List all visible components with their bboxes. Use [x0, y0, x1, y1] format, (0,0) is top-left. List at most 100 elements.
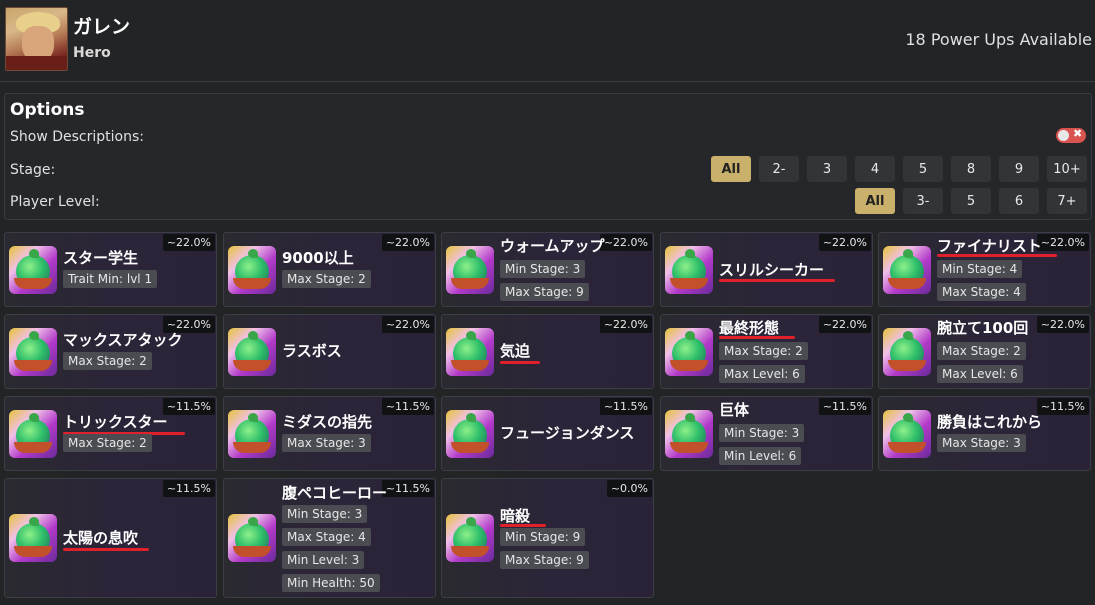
requirement-tag: Max Stage: 3	[937, 434, 1026, 452]
powerup-card-warm-up[interactable]: ~22.0% ウォームアップ Min Stage: 3 Max Stage: 9	[441, 232, 654, 307]
fruit-icon	[9, 514, 57, 562]
card-title: 勝負はこれから	[937, 413, 1043, 431]
player-level-label: Player Level:	[10, 194, 100, 210]
stage-chip-8[interactable]: 8	[951, 156, 991, 182]
probability-badge: ~11.5%	[162, 480, 215, 497]
title-underline	[719, 336, 795, 339]
powerup-card-max-attack[interactable]: ~22.0% マックスアタック Max Stage: 2	[4, 314, 217, 389]
powerup-card-finalist[interactable]: ~22.0% ファイナリスト Min Stage: 4 Max Stage: 4	[878, 232, 1091, 307]
hero-avatar	[5, 7, 68, 71]
probability-badge: ~11.5%	[381, 480, 434, 497]
stage-chip-all[interactable]: All	[711, 156, 751, 182]
requirement-tag: Max Stage: 3	[282, 434, 371, 452]
probability-badge: ~22.0%	[381, 234, 434, 251]
card-title: 腕立て100回	[937, 319, 1029, 337]
fruit-icon	[228, 514, 276, 562]
fruit-icon	[446, 328, 494, 376]
card-title: 腹ペコヒーロー	[282, 484, 388, 502]
card-title: ラスボス	[282, 342, 342, 360]
level-chip-7plus[interactable]: 7+	[1047, 188, 1087, 214]
requirement-tag: Min Level: 6	[719, 447, 802, 465]
powerup-card-sun-breath[interactable]: ~11.5% 太陽の息吹	[4, 478, 217, 598]
stage-chip-5[interactable]: 5	[903, 156, 943, 182]
fruit-icon	[665, 328, 713, 376]
powerup-card-over-9000[interactable]: ~22.0% 9000以上 Max Stage: 2	[223, 232, 436, 307]
requirement-tag: Max Stage: 2	[937, 342, 1026, 360]
level-chip-5[interactable]: 5	[951, 188, 991, 214]
probability-badge: ~0.0%	[606, 480, 652, 497]
probability-badge: ~22.0%	[1036, 316, 1089, 333]
fruit-icon	[446, 410, 494, 458]
powerup-card-hungry-hero[interactable]: ~11.5% 腹ペコヒーロー Min Stage: 3 Max Stage: 4…	[223, 478, 436, 598]
probability-badge: ~22.0%	[818, 234, 871, 251]
level-chip-6[interactable]: 6	[999, 188, 1039, 214]
requirement-tag: Max Level: 6	[937, 365, 1023, 383]
requirement-tag: Min Stage: 3	[500, 260, 586, 278]
card-title: ファイナリスト	[937, 237, 1042, 255]
requirement-tag: Min Stage: 9	[500, 528, 586, 546]
card-title: 暗殺	[500, 507, 531, 525]
card-title: フュージョンダンス	[500, 424, 635, 442]
card-title: スリルシーカー	[719, 261, 825, 279]
requirement-tag: Max Stage: 2	[63, 434, 152, 452]
requirement-tag: Max Stage: 2	[719, 342, 808, 360]
powerup-card-final-boss[interactable]: ~22.0% ラスボス	[223, 314, 436, 389]
powerup-card-midas-touch[interactable]: ~11.5% ミダスの指先 Max Stage: 3	[223, 396, 436, 471]
powerup-card-trickster[interactable]: ~11.5% トリックスター Max Stage: 2	[4, 396, 217, 471]
toggle-off-icon: ✖	[1073, 127, 1083, 140]
hero-header: ガレン Hero 18 Power Ups Available	[0, 0, 1095, 82]
requirement-tag: Max Stage: 9	[500, 551, 589, 569]
probability-badge: ~22.0%	[599, 234, 652, 251]
stage-chip-3[interactable]: 3	[807, 156, 847, 182]
powerup-card-final-form[interactable]: ~22.0% 最終形態 Max Stage: 2 Max Level: 6	[660, 314, 873, 389]
powerup-card-not-over-yet[interactable]: ~11.5% 勝負はこれから Max Stage: 3	[878, 396, 1091, 471]
show-descriptions-toggle[interactable]: ✖	[1056, 127, 1086, 143]
stage-chip-10plus[interactable]: 10+	[1047, 156, 1087, 182]
requirement-tag: Max Stage: 2	[63, 352, 152, 370]
fruit-icon	[9, 328, 57, 376]
fruit-icon	[9, 410, 57, 458]
toggle-knob	[1058, 130, 1069, 141]
requirement-tag: Trait Min: lvl 1	[63, 270, 158, 288]
level-chip-3minus[interactable]: 3-	[903, 188, 943, 214]
powerup-card-thrill-seeker[interactable]: ~22.0% スリルシーカー	[660, 232, 873, 307]
fruit-icon	[9, 246, 57, 294]
requirement-tag: Min Level: 3	[282, 551, 365, 569]
card-title: 太陽の息吹	[63, 529, 139, 547]
powerup-card-giant[interactable]: ~11.5% 巨体 Min Stage: 3 Min Level: 6	[660, 396, 873, 471]
stage-chip-4[interactable]: 4	[855, 156, 895, 182]
level-chip-all[interactable]: All	[855, 188, 895, 214]
stage-chip-2minus[interactable]: 2-	[759, 156, 799, 182]
powerup-card-spirit[interactable]: ~22.0% 気迫	[441, 314, 654, 389]
card-title: 気迫	[500, 342, 531, 360]
card-title: 巨体	[719, 401, 750, 419]
fruit-icon	[883, 410, 931, 458]
hero-role: Hero	[73, 45, 111, 61]
requirement-tag: Max Level: 6	[719, 365, 805, 383]
card-title: トリックスター	[63, 413, 168, 431]
requirement-tag: Max Stage: 9	[500, 283, 589, 301]
fruit-icon	[446, 246, 494, 294]
requirement-tag: Min Stage: 3	[282, 505, 368, 523]
probability-badge: ~11.5%	[1036, 398, 1089, 415]
requirement-tag: Max Stage: 4	[937, 283, 1026, 301]
title-underline	[500, 524, 546, 527]
probability-badge: ~22.0%	[162, 234, 215, 251]
powerup-card-assassination[interactable]: ~0.0% 暗殺 Min Stage: 9 Max Stage: 9	[441, 478, 654, 598]
card-title: ウォームアップ	[500, 237, 605, 255]
options-title: Options	[10, 100, 85, 120]
fruit-icon	[446, 514, 494, 562]
powerup-card-fusion-dance[interactable]: ~11.5% フュージョンダンス	[441, 396, 654, 471]
powerup-card-star-student[interactable]: ~22.0% スター学生 Trait Min: lvl 1	[4, 232, 217, 307]
stage-chip-9[interactable]: 9	[999, 156, 1039, 182]
powerup-card-100-pushups[interactable]: ~22.0% 腕立て100回 Max Stage: 2 Max Level: 6	[878, 314, 1091, 389]
fruit-icon	[665, 246, 713, 294]
card-title: 9000以上	[282, 249, 354, 267]
show-descriptions-label: Show Descriptions:	[10, 129, 144, 145]
fruit-icon	[665, 410, 713, 458]
probability-badge: ~22.0%	[1036, 234, 1089, 251]
fruit-icon	[228, 246, 276, 294]
hero-name: ガレン	[73, 16, 131, 38]
requirement-tag: Min Stage: 4	[937, 260, 1023, 278]
probability-badge: ~11.5%	[818, 398, 871, 415]
